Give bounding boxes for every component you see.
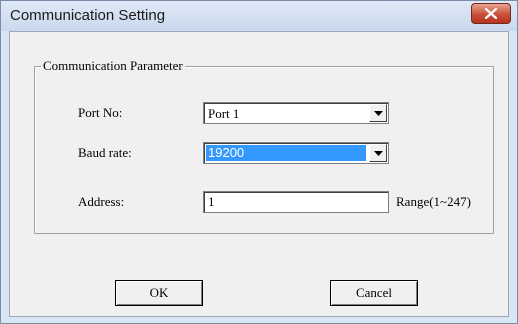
port-value: Port 1: [208, 106, 240, 121]
port-label: Port No:: [78, 105, 123, 120]
baud-dropdown-button[interactable]: [369, 144, 387, 162]
port-select[interactable]: Port 1: [203, 102, 389, 124]
close-button[interactable]: [471, 3, 511, 24]
dialog-body: Communication Parameter Port No: Port 1 …: [9, 31, 509, 317]
baud-label: Baud rate:: [78, 145, 132, 160]
cancel-button[interactable]: Cancel: [330, 280, 418, 306]
ok-button[interactable]: OK: [115, 280, 203, 306]
close-icon: [485, 8, 497, 19]
window-title: Communication Setting: [10, 7, 166, 24]
address-field[interactable]: [203, 191, 389, 213]
dialog-window: Communication Setting Communication Para…: [0, 0, 518, 324]
address-input[interactable]: [206, 193, 388, 211]
port-dropdown-button[interactable]: [369, 104, 387, 122]
address-range: Range(1~247): [396, 194, 471, 209]
address-label: Address:: [78, 194, 125, 209]
chevron-down-icon: [373, 150, 383, 156]
title-bar[interactable]: Communication Setting: [1, 1, 517, 31]
chevron-down-icon: [373, 110, 383, 116]
group-label: Communication Parameter: [41, 58, 185, 74]
baud-value: 19200: [206, 145, 366, 161]
baud-select[interactable]: 19200: [203, 142, 389, 164]
